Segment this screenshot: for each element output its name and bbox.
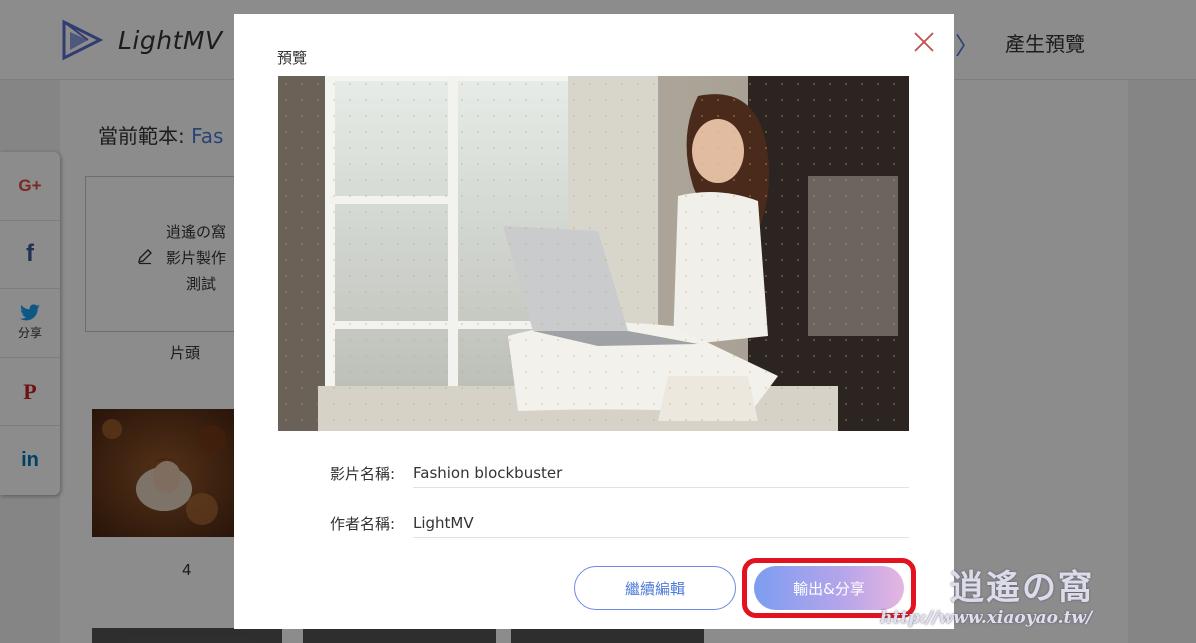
video-preview-frame bbox=[278, 76, 909, 431]
close-icon[interactable] bbox=[912, 30, 936, 54]
continue-editing-button[interactable]: 繼續編輯 bbox=[574, 566, 736, 610]
preview-dialog: 預覽 影片名稱: Fashion blockbuster 作者名稱: Light… bbox=[234, 14, 954, 629]
watermark: 逍遙の窩 http://www.xiaoyao.tw/ bbox=[880, 560, 1180, 636]
author-name-row: 作者名稱: bbox=[330, 508, 909, 538]
author-name-label: 作者名稱: bbox=[330, 514, 396, 533]
video-name-label: 影片名稱: bbox=[330, 464, 396, 483]
video-preview[interactable] bbox=[278, 76, 909, 431]
watermark-logo: 逍遙の窩 bbox=[950, 568, 1094, 608]
author-name-field[interactable] bbox=[413, 508, 909, 538]
watermark-url: http://www.xiaoyao.tw/ bbox=[880, 608, 1093, 628]
dialog-title: 預覽 bbox=[277, 49, 308, 67]
video-name-row: 影片名稱: bbox=[330, 458, 909, 488]
video-name-field[interactable] bbox=[413, 458, 909, 488]
